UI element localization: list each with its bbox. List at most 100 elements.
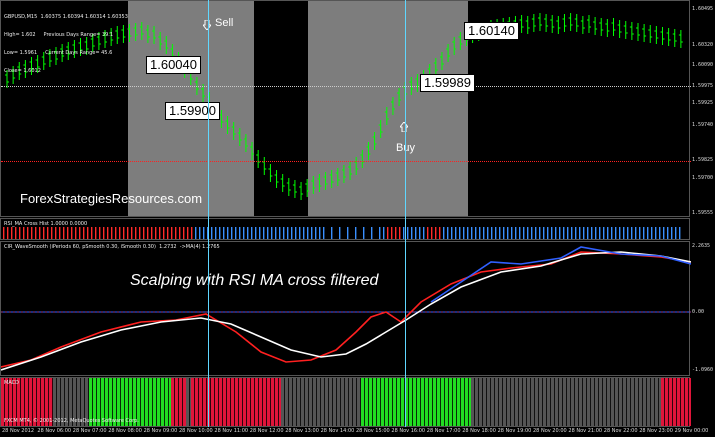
rsi-bar	[607, 227, 609, 239]
candle	[305, 179, 310, 197]
time-label: 28 Nov 07:00	[72, 428, 107, 434]
macd-bar	[503, 378, 507, 426]
rsi-bar	[67, 227, 69, 239]
candle	[550, 15, 555, 33]
rsi-bar	[247, 227, 249, 239]
rsi-bar	[547, 227, 549, 239]
chart-title: Scalping with RSI MA cross filtered	[130, 272, 379, 289]
time-label: 28 Nov 19:00	[497, 428, 532, 434]
rsi-bar	[651, 227, 653, 239]
macd-bar	[413, 378, 417, 426]
candle	[262, 157, 267, 175]
candle	[256, 150, 261, 168]
rsi-bar	[411, 227, 413, 239]
rsi-bar	[671, 227, 673, 239]
candle	[341, 165, 346, 183]
macd-bar	[313, 378, 317, 426]
macd-pane[interactable]: MACD FXCM MT4, © 2001-2012, MetaQuotes S…	[0, 377, 691, 427]
macd-bar	[325, 378, 329, 426]
candle	[329, 170, 334, 188]
rsi-ma-pane[interactable]: RSI_MA Cross Hist 1.0000 0.0000	[0, 218, 690, 240]
rsi-bar	[275, 227, 277, 239]
macd-bar	[227, 378, 231, 426]
rsi-bar	[339, 227, 341, 239]
rsi-bar	[471, 227, 473, 239]
rsi-bar	[75, 227, 77, 239]
macd-bar	[515, 378, 519, 426]
rsi-bar	[83, 227, 85, 239]
candle	[574, 14, 579, 32]
candle	[274, 170, 279, 188]
rsi-bar	[251, 227, 253, 239]
rsi-bar	[447, 227, 449, 239]
rsi-bar	[195, 227, 197, 239]
macd-bar	[215, 378, 219, 426]
wave-blue-line	[430, 246, 691, 303]
macd-bar	[281, 378, 285, 426]
time-label: 28 Nov 14:00	[320, 428, 355, 434]
candle	[286, 178, 291, 196]
macd-bar	[353, 378, 357, 426]
rsi-bar	[599, 227, 601, 239]
macd-bar	[631, 378, 635, 426]
rsi-bar	[243, 227, 245, 239]
macd-bar	[161, 378, 165, 426]
macd-bar	[231, 378, 235, 426]
candle	[593, 17, 598, 35]
rsi-bar	[591, 227, 593, 239]
rsi-bar	[231, 227, 233, 239]
rsi-bar	[495, 227, 497, 239]
macd-bar	[495, 378, 499, 426]
rsi-bar	[491, 227, 493, 239]
rsi-bar	[555, 227, 557, 239]
rsi-bar	[503, 227, 505, 239]
macd-label: MACD	[4, 380, 19, 386]
candle	[629, 22, 634, 40]
rsi-bar	[479, 227, 481, 239]
macd-bar	[165, 378, 169, 426]
macd-bar	[293, 378, 297, 426]
time-label: 28 Nov 18:00	[462, 428, 496, 434]
macd-bar	[317, 378, 321, 426]
macd-bar	[369, 378, 373, 426]
rsi-bar	[219, 227, 221, 239]
macd-bar	[483, 378, 487, 426]
macd-bar	[655, 378, 659, 426]
macd-bar	[543, 378, 547, 426]
candle	[617, 20, 622, 38]
macd-bar	[251, 378, 255, 426]
rsi-bar	[507, 227, 509, 239]
macd-bar	[563, 378, 567, 426]
macd-bar	[401, 378, 405, 426]
rsi-bar	[203, 227, 205, 239]
rsi-bar	[639, 227, 641, 239]
rsi-bar	[643, 227, 645, 239]
macd-bar	[551, 378, 555, 426]
candle	[580, 16, 585, 34]
wave-pane[interactable]: CIR_WaveSmooth (iPeriods 60, pSmooth 0.3…	[0, 241, 691, 376]
symbol-info: GBPUSD,M15 1.60375 1.60394 1.60314 1.603…	[4, 14, 128, 74]
macd-bar	[141, 378, 145, 426]
candle	[164, 36, 169, 54]
macd-bar	[223, 378, 227, 426]
time-label: 28 Nov 17:00	[426, 428, 461, 434]
rsi-bar	[395, 227, 397, 239]
candle	[397, 88, 402, 106]
candle	[237, 128, 242, 146]
macd-bar	[289, 378, 293, 426]
candle	[586, 15, 591, 33]
rsi-bar	[391, 227, 393, 239]
red-dotted-line	[1, 161, 691, 162]
macd-bar	[523, 378, 527, 426]
candle	[660, 27, 665, 45]
candle	[152, 26, 157, 44]
macd-bar	[195, 378, 199, 426]
macd-bar	[555, 378, 559, 426]
rsi-bar	[123, 227, 125, 239]
rsi-bar	[79, 227, 81, 239]
rsi-bar	[15, 227, 17, 239]
macd-bar	[239, 378, 243, 426]
macd-bar	[433, 378, 437, 426]
macd-bar	[559, 378, 563, 426]
candle	[250, 142, 255, 160]
